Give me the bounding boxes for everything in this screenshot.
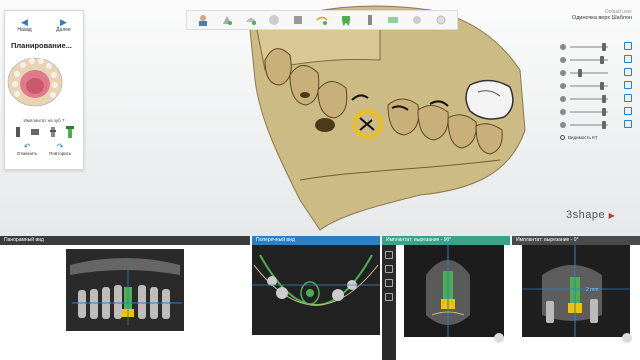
undo-row: ↶ Отменить ↷ Повторить	[5, 141, 83, 158]
next-button[interactable]: ▶ Далее	[44, 11, 83, 39]
crown-guide[interactable]	[465, 79, 514, 120]
back-button[interactable]: ◀ Назад	[5, 11, 44, 39]
layer-icon	[560, 121, 566, 128]
implant-90-view[interactable]: Имплантат: вырезание - 90°	[382, 236, 510, 360]
ct-icon[interactable]	[291, 13, 305, 27]
user-info: Default user Одиночка верх Шаблон	[572, 9, 632, 21]
3d-viewport[interactable]	[0, 0, 640, 236]
opacity-slider[interactable]	[570, 107, 608, 116]
sleeve-tool-icon[interactable]	[48, 126, 58, 138]
layer-icon	[560, 69, 566, 76]
scan-import-icon[interactable]	[220, 13, 234, 27]
opacity-slider[interactable]	[570, 68, 608, 77]
implant-active-tool-icon[interactable]	[65, 126, 75, 138]
guide-icon[interactable]	[386, 13, 400, 27]
model-icon[interactable]	[244, 13, 258, 27]
ct-visibility-toggle[interactable]: Видимость КТ	[560, 135, 634, 140]
orientation-figure-icon	[492, 331, 506, 345]
cross-section-image	[252, 245, 380, 335]
implant-tool-icon[interactable]	[13, 126, 23, 138]
next-arrow-icon: ▶	[60, 16, 67, 27]
slider-row[interactable]	[560, 79, 634, 92]
nerve-icon[interactable]	[315, 13, 329, 27]
view-side-toolbar	[382, 245, 396, 360]
layer-icon	[560, 95, 566, 102]
slider-row[interactable]	[560, 92, 634, 105]
cross-section-view[interactable]: Поперечный вид	[252, 236, 380, 360]
panoramic-view[interactable]: Панорамный вид	[0, 236, 250, 360]
layer-toggle-button[interactable]	[624, 120, 632, 128]
slider-row[interactable]	[560, 53, 634, 66]
layer-icon	[560, 56, 566, 63]
export-icon[interactable]	[410, 13, 424, 27]
slider-row[interactable]	[560, 66, 634, 79]
opacity-slider[interactable]	[570, 120, 608, 129]
opacity-slider[interactable]	[570, 94, 608, 103]
pen-icon[interactable]	[385, 251, 393, 259]
implant-tool-row	[5, 123, 83, 141]
implant-plan-icon[interactable]	[363, 13, 377, 27]
layer-icon	[560, 82, 566, 89]
opacity-slider[interactable]	[570, 42, 608, 51]
slider-row[interactable]	[560, 118, 634, 131]
dental-model-3d[interactable]	[0, 0, 640, 236]
undo-label: Отменить	[16, 151, 38, 156]
slider-row[interactable]	[560, 105, 634, 118]
implant-90-canvas[interactable]	[396, 245, 510, 360]
app-window: ◀ Назад ▶ Далее Планирование... Импланта…	[0, 0, 640, 360]
redo-icon: ↷	[56, 142, 64, 151]
back-arrow-icon: ◀	[21, 16, 28, 27]
align-icon[interactable]	[267, 13, 281, 27]
angle-icon[interactable]	[385, 279, 393, 287]
back-label: Назад	[17, 26, 32, 33]
panel-title: Планирование...	[11, 41, 72, 50]
settings-icon[interactable]	[434, 13, 448, 27]
cross-section-canvas[interactable]	[252, 245, 380, 360]
implant-0-canvas[interactable]: 2 mm	[512, 245, 640, 360]
upper-jaw-thumbnail-icon[interactable]	[5, 54, 65, 109]
next-label: Далее	[56, 26, 71, 33]
implant-0-view[interactable]: Имплантат: вырезание - 0° 2 mm	[512, 236, 640, 360]
opacity-slider[interactable]	[570, 81, 608, 90]
layer-icon	[560, 43, 566, 50]
visibility-sliders: Видимость КТ	[560, 40, 634, 140]
panoramic-canvas[interactable]	[0, 245, 250, 360]
view-title: Имплантат: вырезание - 90°	[382, 236, 510, 245]
redo-label: Повторить	[49, 151, 72, 156]
case-name: Одиночка верх Шаблон	[572, 15, 632, 21]
brand-arrow-icon: ▶	[608, 211, 616, 220]
redo-button[interactable]: ↷ Повторить	[49, 142, 72, 157]
tooth-icon[interactable]	[339, 13, 353, 27]
layer-toggle-button[interactable]	[624, 68, 632, 76]
undo-icon: ↶	[23, 142, 31, 151]
orientation-figure-icon	[620, 331, 634, 345]
nav-row: ◀ Назад ▶ Далее	[5, 11, 83, 39]
panoramic-image	[66, 249, 184, 331]
layer-toggle-button[interactable]	[624, 94, 632, 102]
layer-toggle-button[interactable]	[624, 81, 632, 89]
measurement-label: 2 mm	[586, 287, 599, 293]
undo-button[interactable]: ↶ Отменить	[16, 142, 38, 157]
layer-icon	[560, 108, 566, 115]
opacity-slider[interactable]	[570, 55, 608, 64]
layer-toggle-button[interactable]	[624, 42, 632, 50]
layer-toggle-button[interactable]	[624, 107, 632, 115]
slice-views: Панорамный вид Поперечный вид Имплантат:…	[0, 236, 640, 360]
radio-icon	[560, 135, 565, 140]
layer-toggle-button[interactable]	[624, 55, 632, 63]
view-title: Имплантат: вырезание - 0°	[512, 236, 640, 245]
brand-logo: 3shape ▶	[566, 209, 615, 221]
slider-row[interactable]	[560, 40, 634, 53]
brand-name: 3shape	[566, 209, 606, 221]
abutment-tool-icon[interactable]	[30, 126, 40, 138]
visibility-label: Видимость КТ	[568, 135, 598, 140]
view-title: Поперечный вид	[252, 236, 380, 245]
reset-icon[interactable]	[385, 293, 393, 301]
patient-icon[interactable]	[196, 13, 210, 27]
top-toolbar	[186, 10, 458, 30]
planning-panel: ◀ Назад ▶ Далее Планирование... Импланта…	[4, 10, 84, 170]
view-title: Панорамный вид	[0, 236, 250, 245]
ruler-icon[interactable]	[385, 265, 393, 273]
